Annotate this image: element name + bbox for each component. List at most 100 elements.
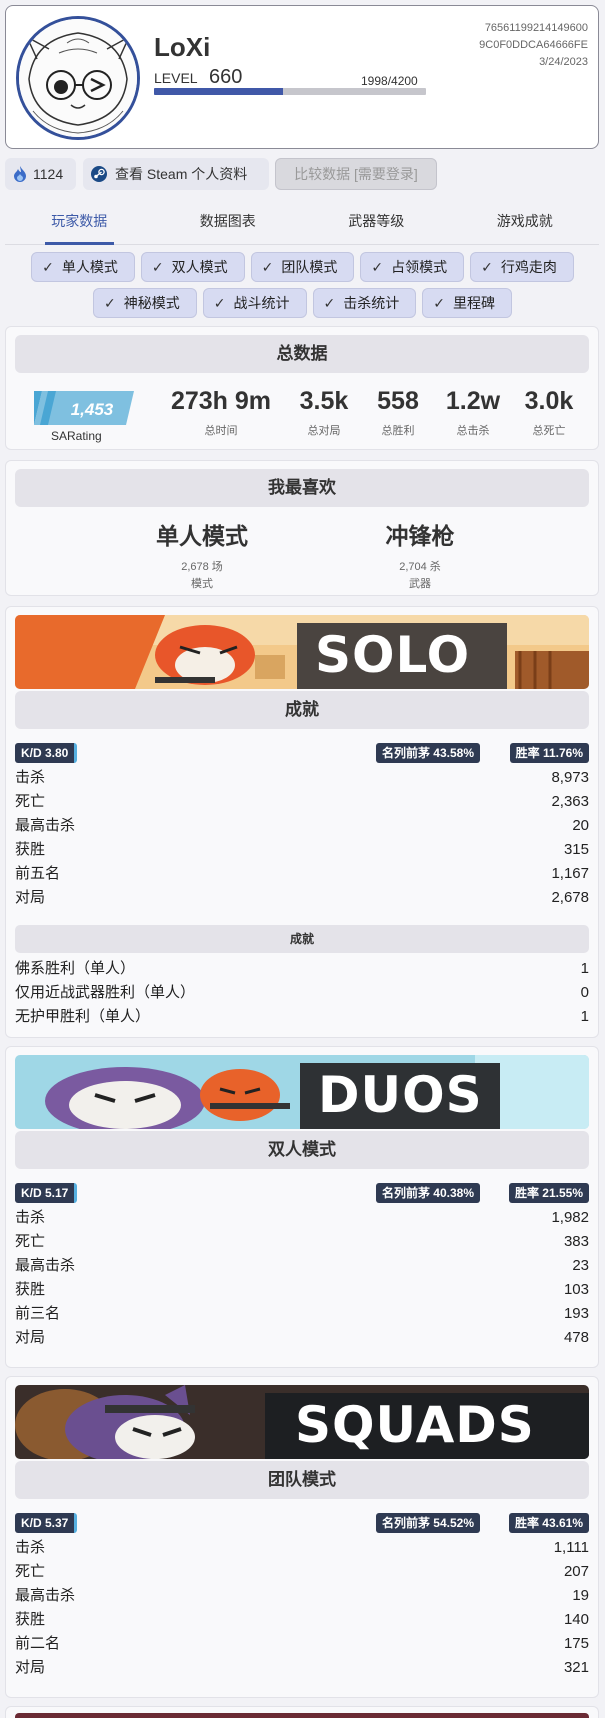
tab-player-data[interactable]: 玩家数据: [5, 205, 154, 245]
stat-value: 1,111: [553, 1539, 589, 1556]
filter-capture[interactable]: ✓ 占领模式: [360, 252, 465, 282]
filter-label: 占领模式: [391, 259, 448, 275]
profile-hash: 9C0F0DDCA64666FE: [479, 39, 588, 51]
achievement-value: 1: [580, 1008, 589, 1025]
stat-row: 获胜 103: [15, 1278, 589, 1302]
tab-achievements[interactable]: 游戏成就: [451, 205, 600, 244]
sarating-badge: 1,453: [34, 391, 134, 425]
stat-label: 对局: [15, 1659, 46, 1676]
solo-title: 成就: [15, 691, 589, 729]
stat-value: 315: [563, 841, 589, 858]
stat-value: 1,167: [551, 865, 589, 882]
stat-label: 最高击杀: [15, 1257, 76, 1274]
stat-row: 击杀 1,982: [15, 1206, 589, 1230]
solo-achievements-title: 成就: [15, 925, 589, 953]
steam-profile-label: 查看 Steam 个人资料: [115, 166, 248, 182]
favorites-title: 我最喜欢: [15, 469, 589, 507]
stat-games-value: 3.5k: [299, 387, 349, 415]
stat-row: 前二名 175: [15, 1632, 589, 1656]
stat-row: 最高击杀 23: [15, 1254, 589, 1278]
stat-row: 击杀 8,973: [15, 766, 589, 790]
compare-button[interactable]: 比较数据 [需要登录]: [275, 158, 437, 190]
filter-combat-stats[interactable]: ✓ 战斗统计: [202, 288, 307, 318]
filter-zombies[interactable]: ✓ 行鸡走肉: [470, 252, 574, 282]
stat-value: 2,678: [551, 889, 589, 906]
favorite-weapon-label: 武器: [409, 578, 431, 590]
solo-kd-badge: K/D 3.80: [15, 743, 78, 763]
stat-row: 击杀 1,111: [15, 1536, 589, 1560]
tab-weapon-levels[interactable]: 武器等级: [302, 205, 451, 244]
filter-squads[interactable]: ✓ 团队模式: [250, 252, 355, 282]
stat-value: 19: [572, 1587, 589, 1604]
xp-progress-bar: [154, 88, 426, 95]
filter-duos[interactable]: ✓ 双人模式: [140, 252, 245, 282]
stat-label: 前五名: [15, 865, 61, 882]
avatar: [16, 16, 140, 140]
steam-profile-button[interactable]: 查看 Steam 个人资料: [83, 158, 269, 190]
xp-text: 1998/4200: [361, 74, 418, 88]
solo-achievements-list: 佛系胜利（单人） 1 仅用近战武器胜利（单人） 0 无护甲胜利（单人） 1: [15, 957, 589, 1029]
filter-milestones[interactable]: ✓ 里程碑: [422, 288, 512, 318]
stat-row: 对局 321: [15, 1656, 589, 1680]
stat-value: 140: [563, 1611, 589, 1628]
stat-wins-value: 558: [377, 387, 419, 415]
solo-banner-text: SOLO: [315, 626, 471, 684]
stat-value: 20: [572, 817, 589, 834]
sarating-value: 1,453: [71, 400, 114, 419]
stat-label: 最高击杀: [15, 1587, 76, 1604]
filter-solo[interactable]: ✓ 单人模式: [31, 252, 135, 282]
coins-value: 1124: [33, 166, 64, 182]
filter-label: 战斗统计: [233, 295, 290, 311]
stat-label: 死亡: [15, 1563, 46, 1580]
favorite-weapon: 冲锋枪 2,704 杀 武器: [320, 517, 520, 593]
steam-icon: [91, 166, 107, 182]
duos-stats-list: 击杀 1,982 死亡 383 最高击杀 23 获胜 103 前三名 193 对局 478: [15, 1206, 589, 1350]
stat-row: 前五名 1,167: [15, 862, 589, 886]
favorite-weapon-count: 2,704 杀: [399, 561, 441, 573]
duos-kd-badge: K/D 5.17: [15, 1183, 78, 1203]
next-mode-card: [5, 1706, 599, 1718]
duos-banner: DUOS: [15, 1055, 589, 1129]
stat-row: 最高击杀 20: [15, 814, 589, 838]
stat-label: 对局: [15, 1329, 46, 1346]
stat-games-label: 总对局: [307, 425, 341, 437]
squads-banner-text: SQUADS: [295, 1396, 535, 1454]
check-icon: ✓: [323, 294, 336, 311]
achievement-row: 无护甲胜利（单人） 1: [15, 1005, 589, 1029]
squads-top-badge: 名列前茅 54.52%: [375, 1513, 480, 1533]
level-label: LEVEL: [154, 70, 198, 86]
squads-stats-list: 击杀 1,111 死亡 207 最高击杀 19 获胜 140 前二名 175 对局 321: [15, 1536, 589, 1680]
stat-deaths-label: 总死亡: [532, 425, 566, 437]
duos-kd-line: K/D 5.17 名列前茅 40.38% 胜率 21.55%: [15, 1183, 589, 1203]
flame-icon: [14, 166, 26, 182]
stat-label: 击杀: [15, 1539, 46, 1556]
stat-row: 前三名 193: [15, 1302, 589, 1326]
filter-label: 团队模式: [281, 259, 338, 275]
favorite-mode-count: 2,678 场: [181, 561, 223, 573]
stat-label: 获胜: [15, 841, 46, 858]
check-icon: ✓: [481, 258, 493, 275]
stat-row: 最高击杀 19: [15, 1584, 589, 1608]
filter-mystery[interactable]: ✓ 神秘模式: [93, 288, 197, 318]
achievement-value: 0: [580, 984, 589, 1001]
check-icon: ✓: [104, 294, 116, 311]
stat-value: 103: [563, 1281, 589, 1298]
solo-stats-list: 击杀 8,973 死亡 2,363 最高击杀 20 获胜 315 前五名 1,167 对局…: [15, 766, 589, 910]
coins-button[interactable]: 1124: [5, 158, 76, 190]
stat-value: 207: [563, 1563, 589, 1580]
stat-time-value: 273h 9m: [170, 387, 272, 415]
check-icon: ✓: [371, 258, 384, 275]
check-icon: ✓: [433, 294, 445, 311]
stat-kills-value: 1.2w: [445, 387, 501, 415]
stat-wins-label: 总胜利: [381, 425, 415, 437]
filter-kill-stats[interactable]: ✓ 击杀统计: [312, 288, 417, 318]
solo-kd-line: K/D 3.80 名列前茅 43.58% 胜率 11.76%: [15, 743, 589, 763]
sarating-label: SARating: [51, 429, 102, 443]
tab-charts[interactable]: 数据图表: [154, 205, 303, 244]
achievement-label: 佛系胜利（单人）: [15, 960, 136, 977]
stat-row: 对局 478: [15, 1326, 589, 1350]
achievement-row: 仅用近战武器胜利（单人） 0: [15, 981, 589, 1005]
squads-kd-badge: K/D 5.37: [15, 1513, 78, 1533]
squads-banner: SQUADS: [15, 1385, 589, 1459]
squads-winrate-badge: 胜率 43.61%: [508, 1513, 589, 1533]
